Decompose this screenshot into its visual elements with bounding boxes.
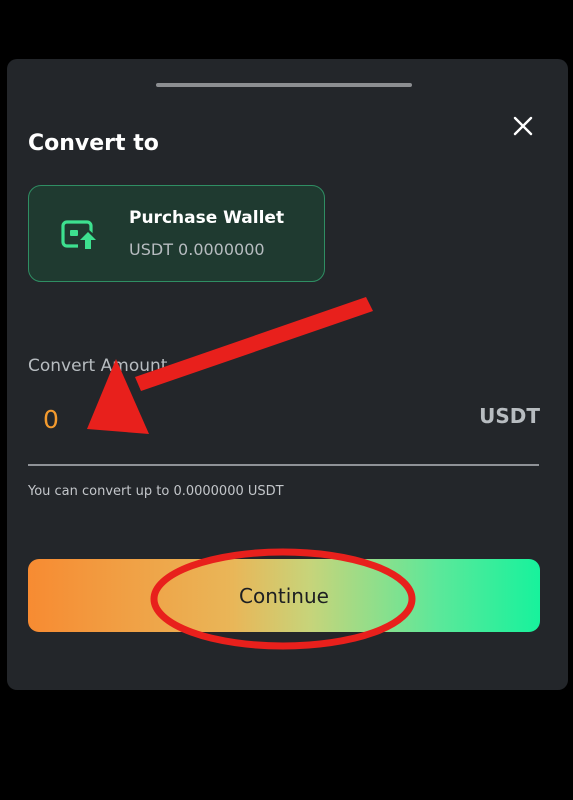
continue-button[interactable]: Continue <box>28 559 540 632</box>
currency-label: USDT <box>479 404 540 428</box>
wallet-upload-icon <box>61 220 98 249</box>
convert-limit-hint: You can convert up to 0.0000000 USDT <box>28 484 284 499</box>
drag-handle[interactable] <box>156 83 412 87</box>
sheet-title: Convert to <box>28 131 159 156</box>
amount-divider <box>28 464 539 466</box>
wallet-name: Purchase Wallet <box>129 208 285 228</box>
purchase-wallet-option[interactable]: Purchase Wallet USDT 0.0000000 <box>28 185 325 282</box>
wallet-balance: USDT 0.0000000 <box>129 240 265 259</box>
convert-sheet: Convert to Purchase Wallet USDT 0.000000… <box>7 59 568 690</box>
close-icon[interactable] <box>510 113 536 139</box>
convert-amount-input[interactable] <box>43 399 343 439</box>
convert-amount-label: Convert Amount <box>28 356 168 376</box>
